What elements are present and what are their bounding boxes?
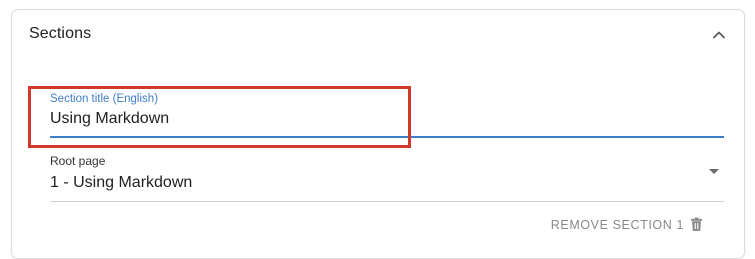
- sections-header[interactable]: Sections: [12, 10, 744, 60]
- root-page-value: 1 - Using Markdown: [50, 174, 193, 191]
- section-title-label: Section title (English): [50, 93, 159, 105]
- trash-icon: [690, 217, 703, 231]
- collapse-button[interactable]: [708, 24, 730, 46]
- section-title-field[interactable]: Section title (English): [50, 88, 724, 138]
- caret-down-icon: [709, 169, 719, 174]
- remove-section-label: REMOVE SECTION 1: [550, 217, 684, 232]
- root-page-label: Root page: [50, 154, 106, 168]
- root-page-select[interactable]: Root page 1 - Using Markdown: [50, 153, 724, 202]
- remove-section-button[interactable]: REMOVE SECTION 1: [551, 217, 703, 232]
- section-title-input[interactable]: [50, 110, 724, 128]
- sections-panel: Sections Section title (English) Root pa…: [11, 9, 745, 259]
- sections-title: Sections: [29, 25, 92, 42]
- chevron-up-icon: [713, 31, 725, 39]
